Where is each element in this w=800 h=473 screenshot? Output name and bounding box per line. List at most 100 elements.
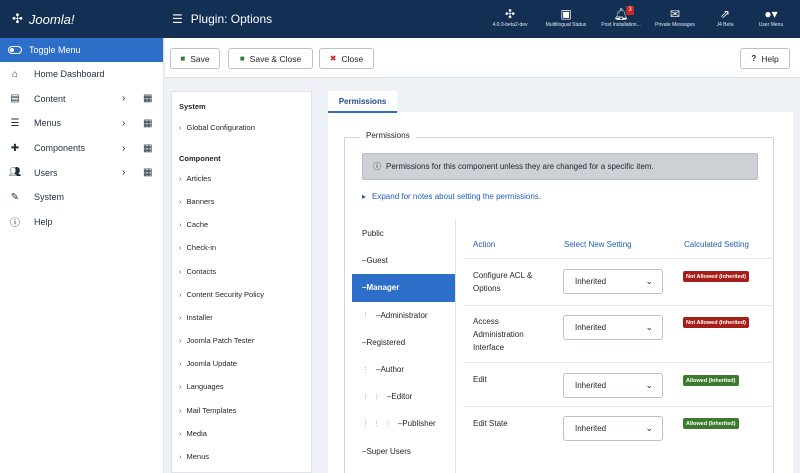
indent-marker: ⋮ xyxy=(362,312,370,320)
component-link[interactable]: › Menus xyxy=(179,452,209,461)
sidebar-item-label: Home Dashboard xyxy=(34,69,105,80)
select-value: Inherited xyxy=(575,277,607,286)
close-button[interactable]: ✖ Close xyxy=(319,48,374,69)
chevron-down-icon: ⌄ xyxy=(645,276,653,286)
logo-text: Joomla! xyxy=(28,11,75,27)
component-link[interactable]: › Check-in xyxy=(179,243,216,252)
global-configuration-link[interactable]: › Global Configuration xyxy=(179,123,255,132)
tab-permissions[interactable]: Permissions xyxy=(328,91,397,113)
info-text: Permissions for this component unless th… xyxy=(386,162,654,171)
sidebar-item-menus[interactable]: ☰ Menus › ▦ xyxy=(0,111,163,136)
component-link[interactable]: › Banners xyxy=(179,197,214,206)
sidebar-item-components[interactable]: ✚ Components › ▦ xyxy=(0,136,163,161)
group-item-administrator[interactable]: ⋮ – Administrator xyxy=(352,302,455,329)
version-link[interactable]: ✣ 4.0.0-beta2-dev xyxy=(480,6,540,28)
sidebar-item-label: Help xyxy=(34,216,53,227)
status-badge: Allowed (Inherited) xyxy=(683,418,739,429)
save-close-button[interactable]: ■ Save & Close xyxy=(228,48,313,69)
group-item-guest[interactable]: – Guest xyxy=(352,247,455,274)
column-header-select: Select New Setting xyxy=(564,240,632,249)
dashboard-grid-icon[interactable]: ▦ xyxy=(143,167,152,178)
component-link[interactable]: › Joomla Update xyxy=(179,359,237,368)
chevron-down-icon: ⌄ xyxy=(645,380,653,390)
sidebar-item-label: Content xyxy=(34,93,66,104)
save-button[interactable]: ■ Save xyxy=(170,48,220,69)
close-icon: ✖ xyxy=(329,54,337,63)
question-icon: ? xyxy=(751,54,757,63)
puzzle-icon: ✚ xyxy=(10,142,20,154)
component-link[interactable]: › Joomla Patch Tester xyxy=(179,336,254,345)
sidebar-item-help[interactable]: ⓘ Help xyxy=(0,210,163,235)
multilingual-status-link[interactable]: ▣ Multilingual Status xyxy=(536,6,596,28)
component-link[interactable]: › Cache xyxy=(179,220,208,229)
link-label: Media xyxy=(186,429,207,438)
group-item-editor[interactable]: ⋮ ⋮ – Editor xyxy=(352,383,455,410)
group-label: Author xyxy=(380,365,405,375)
link-label: Check-in xyxy=(186,243,217,252)
group-item-super-users[interactable]: – Super Users xyxy=(352,438,455,465)
group-item-public[interactable]: Public xyxy=(352,220,455,247)
notification-badge: 3 xyxy=(626,6,634,15)
private-messages-label: Private Messages xyxy=(655,22,695,28)
chevron-right-icon: › xyxy=(179,452,182,461)
chevron-right-icon: › xyxy=(179,197,182,206)
j4-beta-label: J4 Beta xyxy=(716,22,734,28)
chevron-right-icon: › xyxy=(179,220,182,229)
link-label: Joomla Patch Tester xyxy=(186,336,255,345)
chevron-down-icon: ⌄ xyxy=(645,322,653,332)
indent-marker: ⋮ ⋮ xyxy=(362,393,381,401)
chevron-right-icon: › xyxy=(179,123,182,132)
group-label: Guest xyxy=(366,256,388,266)
component-link[interactable]: › Articles xyxy=(179,174,211,183)
link-label: Global Configuration xyxy=(186,123,255,132)
select-value: Inherited xyxy=(575,381,607,390)
dashboard-grid-icon[interactable]: ▦ xyxy=(143,118,152,129)
table-divider xyxy=(463,406,774,407)
sidebar-item-home-dashboard[interactable]: ⌂ Home Dashboard xyxy=(0,62,163,87)
link-label: Joomla Update xyxy=(186,359,237,368)
component-link[interactable]: › Content Security Policy xyxy=(179,290,264,299)
chevron-right-icon[interactable]: › xyxy=(122,93,125,104)
chevron-right-icon[interactable]: › xyxy=(122,167,125,178)
sidebar-item-users[interactable]: 👥︎ Users › ▦ xyxy=(0,160,163,185)
component-link[interactable]: › Installer xyxy=(179,313,213,322)
user-menu-button[interactable]: ●▾ User Menu xyxy=(741,6,800,28)
chevron-right-icon: › xyxy=(179,290,182,299)
group-item-author[interactable]: ⋮ – Author xyxy=(352,356,455,383)
group-item-registered[interactable]: – Registered xyxy=(352,329,455,356)
permission-select[interactable]: Inherited ⌄ xyxy=(563,373,663,398)
help-button[interactable]: ? Help xyxy=(740,48,790,69)
permission-select[interactable]: Inherited ⌄ xyxy=(563,416,663,441)
dashboard-grid-icon[interactable]: ▦ xyxy=(143,143,152,154)
chevron-right-icon[interactable]: › xyxy=(122,118,125,129)
toggle-menu-button[interactable]: Toggle Menu xyxy=(0,38,163,62)
group-label: Public xyxy=(362,229,384,239)
permission-select[interactable]: Inherited ⌄ xyxy=(563,315,663,340)
group-item-manager[interactable]: – Manager xyxy=(352,274,455,302)
group-label: Registered xyxy=(366,337,406,347)
file-icon: ▤ xyxy=(10,93,20,105)
component-link[interactable]: › Contacts xyxy=(179,267,216,276)
chevron-right-icon: › xyxy=(179,406,182,415)
component-link[interactable]: › Languages xyxy=(179,382,224,391)
chevron-right-icon: › xyxy=(179,336,182,345)
sidebar-item-system[interactable]: ✎ System xyxy=(0,185,163,210)
sliders-icon: ☰ xyxy=(172,12,183,26)
sidebar-item-content[interactable]: ▤ Content › ▦ xyxy=(0,87,163,112)
expand-notes-link[interactable]: ▸ Expand for notes about setting the per… xyxy=(362,192,541,201)
permission-select[interactable]: Inherited ⌄ xyxy=(563,269,663,294)
post-installation-link[interactable]: 🔔︎ 3 Post Installation... xyxy=(591,6,651,28)
group-item-publisher[interactable]: ⋮ ⋮ ⋮ – Publisher xyxy=(352,410,455,437)
chevron-right-icon: › xyxy=(179,429,182,438)
close-label: Close xyxy=(341,53,364,64)
chevron-right-icon: › xyxy=(179,313,182,322)
sidebar-item-label: System xyxy=(34,192,65,203)
select-value: Inherited xyxy=(575,424,607,433)
sidebar: Toggle Menu ⌂ Home Dashboard ▤ Content ›… xyxy=(0,38,164,473)
group-label: Super Users xyxy=(366,446,411,456)
joomla-logo[interactable]: ✣ Joomla! xyxy=(12,11,74,27)
component-link[interactable]: › Media xyxy=(179,429,207,438)
dashboard-grid-icon[interactable]: ▦ xyxy=(143,93,152,104)
chevron-right-icon[interactable]: › xyxy=(122,143,125,154)
component-link[interactable]: › Mail Templates xyxy=(179,406,236,415)
